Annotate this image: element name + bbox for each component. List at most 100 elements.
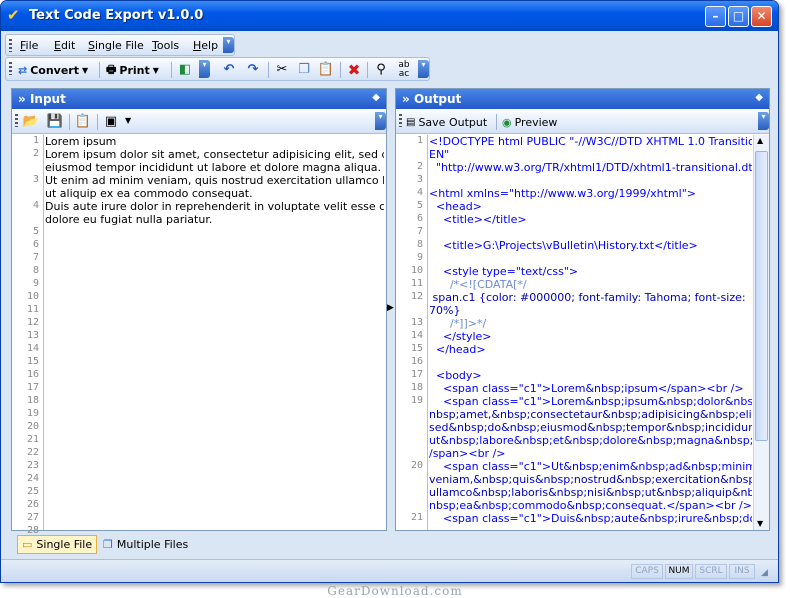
menu-single-file[interactable]: Single File	[88, 39, 144, 52]
line-number: 10	[410, 265, 423, 276]
line-number: 1	[416, 135, 423, 146]
code-line: <span class="c1">Ut&nbsp;enim&nbsp;ad&nb…	[442, 460, 752, 473]
line-number: 12	[410, 291, 423, 302]
separator	[171, 62, 172, 78]
pin-icon[interactable]: ◆	[372, 92, 380, 103]
paste-input-icon[interactable]: 📋	[74, 113, 92, 131]
menu-help[interactable]: Help	[193, 39, 218, 52]
line-number: 10	[26, 291, 39, 302]
line-number	[12, 213, 43, 226]
separator	[99, 62, 100, 78]
line-number: 24	[26, 473, 39, 484]
code-line: veniam,&nbsp;quis&nbsp;nostrud&nbsp;exer…	[429, 473, 752, 486]
line-number: 11	[26, 304, 39, 315]
scrl-indicator: SCRL	[695, 564, 727, 579]
code-line: <body>	[429, 369, 482, 382]
menu-edit[interactable]: Edit	[54, 39, 75, 52]
cut-icon[interactable]: ✂	[273, 61, 291, 79]
undo-icon[interactable]: ↶	[220, 61, 238, 79]
code-line: <html xmlns="http://www.w3.org/1999/xhtm…	[429, 187, 696, 200]
code-line: span.c1 {color: #000000; font-family: Ta…	[429, 291, 746, 304]
open-folder-icon[interactable]: 📂	[22, 113, 40, 131]
line-number: 17	[410, 369, 423, 380]
grip-handle[interactable]	[15, 114, 18, 127]
window-icon[interactable]: ▣	[102, 113, 120, 131]
overflow-chevron-icon[interactable]: ▾	[199, 60, 210, 78]
line-number: 14	[410, 330, 423, 341]
tab-single-file[interactable]: ▭ Single File	[17, 535, 98, 554]
copy-icon[interactable]: ❐	[295, 61, 313, 79]
collapse-arrow-icon[interactable]: ▶	[387, 303, 394, 313]
line-number: 11	[410, 278, 423, 289]
chevron-down-icon[interactable]: ▼	[125, 116, 131, 125]
pane-splitter[interactable]: ▶	[387, 88, 395, 531]
overflow-chevron-icon[interactable]: ▾	[418, 60, 429, 78]
separator	[496, 114, 497, 130]
save-db-icon[interactable]: ◧	[176, 61, 194, 79]
code-line: /span><br />	[429, 447, 506, 460]
preview-button[interactable]: ◉ Preview	[502, 113, 557, 131]
line-number: 22	[26, 447, 39, 458]
line-number: 2	[32, 148, 39, 159]
save-icon[interactable]: 💾	[46, 113, 64, 131]
printer-icon: 🖶	[106, 62, 117, 76]
input-editor[interactable]: Lorem ipsum Lorem ipsum dolor sit amet, c…	[43, 135, 384, 530]
scroll-thumb[interactable]	[755, 151, 768, 441]
line-number: 2	[416, 161, 423, 172]
input-toolbar: 📂 💾 📋 ▣ ▼ ▾	[12, 110, 386, 134]
line-number-gutter: 1 2 3 4 5 6 7 8 9 10 11 12 13 14 15 16 17 18 19 20 21 22 23 24 2…	[12, 135, 44, 536]
tab-multiple-files[interactable]: ❐ Multiple Files	[99, 535, 192, 554]
code-line: dolore eu fugiat nulla pariatur.	[45, 213, 213, 226]
output-editor[interactable]: <!DOCTYPE html PUBLIC "-//W3C//DTD XHTML…	[427, 135, 752, 530]
line-number: 6	[416, 213, 423, 224]
grip-handle[interactable]	[9, 39, 12, 52]
code-line: nbsp;ea&nbsp;commodo&nbsp;consequat.</sp…	[429, 499, 752, 512]
maximize-button[interactable]: □	[728, 6, 749, 27]
redo-icon[interactable]: ↷	[244, 61, 262, 79]
minimize-button[interactable]: –	[705, 6, 726, 27]
convert-icon: ⇄	[18, 63, 28, 77]
code-line: "http://www.w3.org/TR/xhtml1/DTD/xhtml1-…	[429, 161, 752, 174]
code-line: ut&nbsp;labore&nbsp;et&nbsp;dolore&nbsp;…	[429, 434, 752, 447]
convert-button[interactable]: ⇄ Convert ▼	[18, 61, 88, 79]
title-bar[interactable]: ✔ Text Code Export v1.0.0 – □ ✕	[1, 1, 778, 31]
overflow-chevron-icon[interactable]: ▾	[223, 37, 234, 53]
line-number: 21	[410, 512, 423, 523]
input-pane-title: Input	[29, 92, 66, 106]
save-output-button[interactable]: ▤ Save Output	[406, 113, 487, 131]
convert-label: Convert	[30, 63, 79, 77]
replace-icon[interactable]: ab ac	[395, 61, 413, 79]
scroll-up-icon[interactable]: ▲	[757, 136, 763, 145]
menu-file[interactable]: File	[20, 39, 38, 52]
overflow-chevron-icon[interactable]: ▾	[375, 112, 386, 130]
resize-grip-icon[interactable]: ◢	[761, 568, 768, 578]
code-line: Duis aute irure dolor in reprehenderit i…	[45, 200, 384, 213]
pin-icon[interactable]: ◆	[755, 92, 763, 103]
overflow-chevron-icon[interactable]: ▾	[758, 112, 769, 130]
scroll-down-icon[interactable]: ▼	[757, 519, 763, 528]
line-number: 12	[26, 317, 39, 328]
code-line: <style type="text/css">	[429, 265, 579, 278]
code-line: 70%}	[429, 304, 461, 317]
line-number: 19	[26, 408, 39, 419]
tab-multiple-files-label: Multiple Files	[116, 538, 189, 551]
line-number	[396, 499, 427, 512]
menu-bar: File Edit Single File Tools Help ▾	[5, 34, 235, 56]
find-icon[interactable]: ⚲	[372, 61, 390, 79]
line-number: 8	[32, 265, 39, 276]
grip-handle[interactable]	[399, 114, 402, 127]
paste-icon[interactable]: 📋	[317, 61, 335, 79]
line-number	[396, 447, 427, 460]
watermark: GearDownload.com	[327, 584, 463, 598]
code-line: ut aliquip ex ea commodo consequat.	[45, 187, 253, 200]
code-line: <title>G:\Projects\vBulletin\History.txt…	[429, 239, 698, 252]
vertical-scrollbar[interactable]: ▲ ▼	[753, 135, 769, 530]
menu-tools[interactable]: Tools	[152, 39, 179, 52]
grip-handle[interactable]	[9, 62, 12, 75]
delete-icon[interactable]: ✖	[345, 61, 363, 79]
line-number	[396, 148, 427, 161]
print-button[interactable]: 🖶 Print ▼	[106, 61, 159, 79]
close-button[interactable]: ✕	[751, 6, 772, 27]
